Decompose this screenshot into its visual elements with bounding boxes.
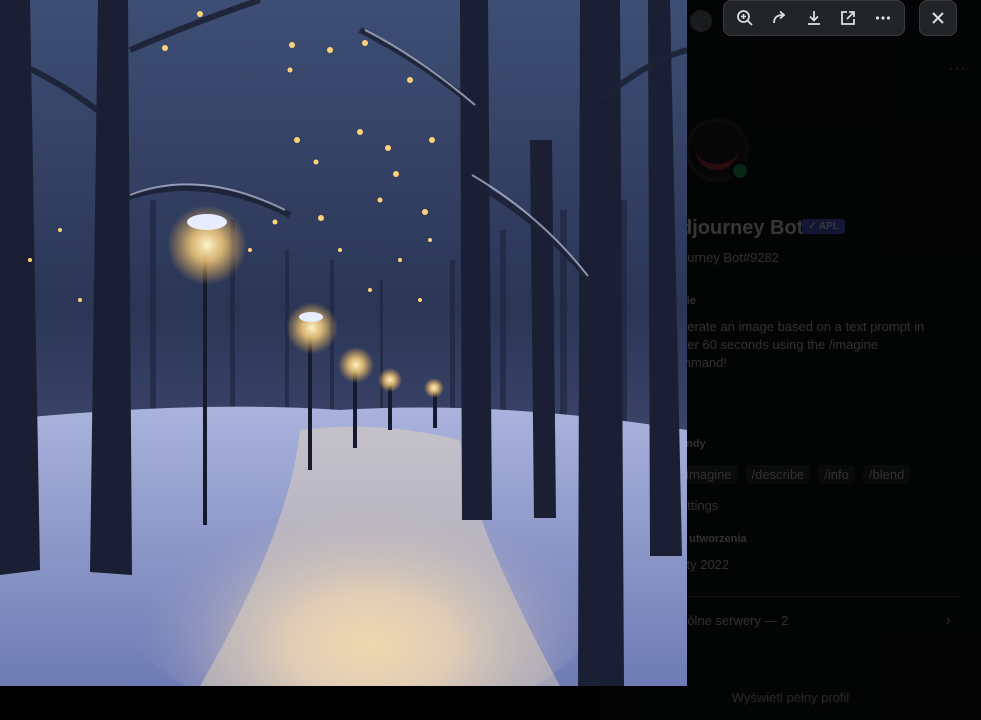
command-chip[interactable]: /blend [862, 465, 911, 484]
close-button[interactable] [919, 0, 957, 36]
divider [680, 596, 960, 597]
command-chip[interactable]: imagine [680, 465, 738, 484]
command-chip[interactable]: /describe [745, 465, 811, 484]
more-icon [875, 16, 890, 20]
image-toolbar [723, 0, 905, 36]
view-full-profile-link[interactable]: Wyświetl pełny profil [600, 690, 981, 705]
bot-tag: ourney Bot#9282 [680, 250, 780, 265]
created-date: sty 2022 [680, 557, 730, 572]
chevron-right-icon[interactable]: › [946, 612, 951, 630]
mutual-servers[interactable]: pólne serwery — 2 [680, 612, 960, 630]
open-original-button[interactable] [834, 4, 862, 32]
online-status-icon [729, 160, 751, 182]
zoom-in-button[interactable] [731, 4, 759, 32]
avatar [685, 118, 751, 182]
close-icon [932, 12, 944, 24]
app-badge: ✓ APL [802, 219, 845, 234]
forward-icon [772, 10, 785, 24]
open-external-icon [841, 11, 856, 25]
command-chip[interactable]: /info [818, 465, 855, 484]
commands-list: imagine /describe /info /blend [680, 465, 911, 484]
forward-button[interactable] [766, 4, 794, 32]
download-button[interactable] [800, 4, 828, 32]
created-heading: a utworzenia [680, 533, 747, 545]
image-preview[interactable] [0, 0, 687, 686]
user-icon [690, 10, 712, 32]
about-text-2: der 60 seconds using the /imagine [680, 337, 879, 352]
bot-name: djourney Bot [680, 217, 804, 239]
settings-command[interactable]: ettings [680, 497, 960, 515]
winter-forest-image [0, 0, 687, 686]
more-icon[interactable]: ··· [948, 60, 967, 78]
more-button[interactable] [869, 4, 897, 32]
about-text-3: mmand! [680, 355, 727, 370]
zoom-in-icon [737, 10, 753, 26]
download-icon [807, 11, 820, 25]
about-text-1: nerate an image based on a text prompt i… [680, 319, 925, 334]
